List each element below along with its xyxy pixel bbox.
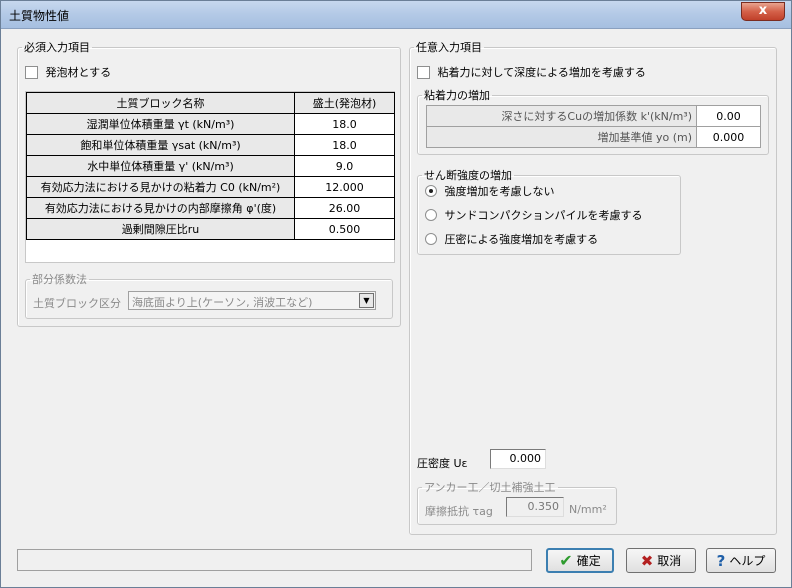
row-value-cell[interactable]: 0.000 xyxy=(696,126,761,148)
cohesion-increase-table: 深さに対するCuの増加係数 k'(kN/m³) 0.00 増加基準値 yo (m… xyxy=(426,105,761,148)
row-value-cell[interactable]: 18.0 xyxy=(294,134,395,156)
window-title: 土質物性値 xyxy=(9,9,70,23)
ok-button-label: 確定 xyxy=(576,554,601,568)
row-value-cell[interactable]: 12.000 xyxy=(294,176,395,198)
help-button-label: ヘルプ xyxy=(729,554,766,568)
foam-checkbox[interactable]: 発泡材とする xyxy=(25,64,111,80)
title-bar[interactable]: 土質物性値 x xyxy=(1,1,791,29)
status-bar xyxy=(17,549,532,571)
friction-resistance-label: 摩擦抵抗 τag xyxy=(425,505,493,518)
table-header-row: 土質ブロック名称 盛土(発泡材) xyxy=(26,92,395,114)
row-value-cell[interactable]: 18.0 xyxy=(294,113,395,135)
soil-block-select[interactable]: 海底面より上(ケーソン, 消波工など) ▼ xyxy=(128,291,376,310)
soil-block-label: 土質ブロック区分 xyxy=(33,297,121,310)
help-question-icon: ? xyxy=(716,551,726,570)
anchor-reinforcement-legend: アンカー工／切土補強土工 xyxy=(424,481,556,494)
row-label: 増加基準値 yo (m) xyxy=(426,126,697,148)
row-value-cell[interactable]: 26.00 xyxy=(294,197,395,219)
chevron-down-icon[interactable]: ▼ xyxy=(359,293,374,308)
shear-option-label: サンドコンパクションパイルを考慮する xyxy=(444,209,643,222)
table-row: 深さに対するCuの増加係数 k'(kN/m³) 0.00 xyxy=(426,105,761,127)
table-row: 湿潤単位体積重量 γt (kN/m³) 18.0 xyxy=(26,113,395,135)
radio-icon[interactable] xyxy=(425,233,437,245)
radio-icon[interactable] xyxy=(425,209,437,221)
cancel-button-label: 取消 xyxy=(657,554,682,568)
header-block-value: 盛土(発泡材) xyxy=(294,92,395,114)
shear-option-label: 圧密による強度増加を考慮する xyxy=(444,233,599,246)
cohesion-depth-checkbox-box[interactable] xyxy=(417,65,430,79)
row-value-cell[interactable]: 9.0 xyxy=(294,155,395,177)
table-row: 飽和単位体積重量 γsat (kN/m³) 18.0 xyxy=(26,134,395,156)
shear-option-sand-compaction[interactable]: サンドコンパクションパイルを考慮する xyxy=(425,207,643,223)
table-row: 増加基準値 yo (m) 0.000 xyxy=(426,126,761,148)
close-button[interactable]: x xyxy=(741,2,785,21)
table-row: 過剰間隙圧比ru 0.500 xyxy=(26,218,395,240)
foam-checkbox-label: 発泡材とする xyxy=(45,66,112,79)
row-label: 飽和単位体積重量 γsat (kN/m³) xyxy=(26,134,295,156)
shear-option-consolidation[interactable]: 圧密による強度増加を考慮する xyxy=(425,231,598,247)
required-input-legend: 必須入力項目 xyxy=(24,41,90,54)
row-label: 深さに対するCuの増加係数 k'(kN/m³) xyxy=(426,105,697,127)
cohesion-increase-legend: 粘着力の増加 xyxy=(424,89,490,102)
shear-strength-legend: せん断強度の増加 xyxy=(424,169,512,182)
row-label: 水中単位体積重量 γ' (kN/m³) xyxy=(26,155,295,177)
shear-option-no-increase[interactable]: 強度増加を考慮しない xyxy=(425,183,555,199)
cohesion-depth-checkbox-label: 粘着力に対して深度による増加を考慮する xyxy=(437,66,646,79)
consolidation-input[interactable]: 0.000 xyxy=(490,449,546,469)
cancel-x-icon: ✖ xyxy=(640,551,654,570)
help-button[interactable]: ? ヘルプ xyxy=(706,548,776,573)
shear-option-label: 強度増加を考慮しない xyxy=(444,185,555,198)
table-row: 水中単位体積重量 γ' (kN/m³) 9.0 xyxy=(26,155,395,177)
row-value-cell[interactable]: 0.500 xyxy=(294,218,395,240)
cancel-button[interactable]: ✖ 取消 xyxy=(626,548,696,573)
row-label: 湿潤単位体積重量 γt (kN/m³) xyxy=(26,113,295,135)
soil-property-table: 土質ブロック名称 盛土(発泡材) 湿潤単位体積重量 γt (kN/m³) 18.… xyxy=(26,92,395,240)
header-block-name: 土質ブロック名称 xyxy=(26,92,295,114)
row-value-cell[interactable]: 0.00 xyxy=(696,105,761,127)
friction-resistance-input[interactable]: 0.350 xyxy=(506,497,564,517)
soil-block-select-value: 海底面より上(ケーソン, 消波工など) xyxy=(132,296,313,309)
table-row: 有効応力法における見かけの内部摩擦角 φ'(度) 26.00 xyxy=(26,197,395,219)
ok-button[interactable]: ✔ 確定 xyxy=(546,548,614,573)
dialog-window: 土質物性値 x 必須入力項目 発泡材とする 土質ブロック名称 盛土(発泡材) 湿… xyxy=(0,0,792,588)
radio-selected-icon[interactable] xyxy=(425,185,437,197)
table-row: 有効応力法における見かけの粘着力 C0 (kN/m²) 12.000 xyxy=(26,176,395,198)
foam-checkbox-box[interactable] xyxy=(25,65,38,79)
row-label: 有効応力法における見かけの粘着力 C0 (kN/m²) xyxy=(26,176,295,198)
consolidation-label: 圧密度 Uε xyxy=(417,457,468,470)
row-label: 過剰間隙圧比ru xyxy=(26,218,295,240)
row-label: 有効応力法における見かけの内部摩擦角 φ'(度) xyxy=(26,197,295,219)
checkmark-icon: ✔ xyxy=(559,551,573,570)
cohesion-depth-checkbox[interactable]: 粘着力に対して深度による増加を考慮する xyxy=(417,64,646,80)
partial-factor-legend: 部分係数法 xyxy=(32,273,87,286)
optional-input-legend: 任意入力項目 xyxy=(416,41,482,54)
friction-unit-label: N/mm² xyxy=(569,503,607,516)
